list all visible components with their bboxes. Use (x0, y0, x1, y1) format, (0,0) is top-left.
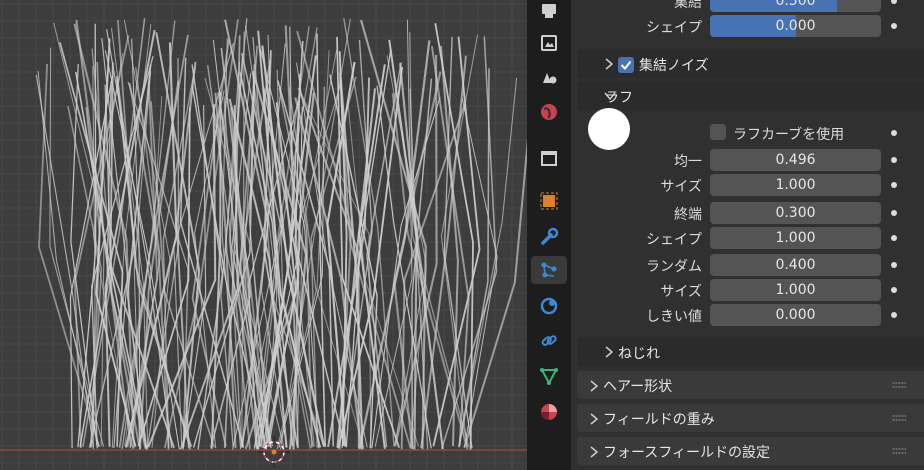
use-rough-curve-label: ラフカーブを使用 (733, 127, 845, 143)
modifier-icon (541, 227, 559, 245)
clump-factor-row: 集結 0.500 (571, 0, 924, 13)
view-layer-icon (543, 73, 557, 84)
data-icon (540, 368, 558, 386)
tab-data[interactable] (535, 362, 563, 390)
physics-icon (540, 297, 558, 315)
rough-field-label: サイズ (660, 284, 702, 300)
tab-output[interactable] (535, 29, 563, 57)
clump-factor-label: 集結 (674, 0, 702, 11)
rough-field-row: サイズ 1.000 (571, 173, 924, 197)
tab-modifiers[interactable] (535, 223, 563, 251)
rough-field-label: 均一 (674, 154, 702, 170)
chevron-right-icon (605, 58, 614, 70)
rough-subpanel-header[interactable]: ラフ (577, 82, 924, 110)
twist-label: ねじれ (618, 346, 660, 362)
rough-field-value[interactable]: 0.300 (710, 202, 881, 224)
keyframe-dot[interactable] (891, 23, 897, 29)
material-icon (541, 404, 557, 420)
clump-noise-checkbox[interactable] (618, 57, 634, 73)
constraints-icon (541, 335, 557, 346)
rough-field-label: しきい値 (646, 309, 702, 325)
keyframe-dot[interactable] (891, 130, 897, 136)
rough-field-row: ランダム 0.400 (571, 253, 924, 277)
keyframe-dot[interactable] (891, 235, 897, 241)
force-field-settings-panel-header[interactable]: フォースフィールドの設定 (577, 437, 924, 465)
chevron-right-icon (590, 380, 599, 392)
rough-field-value[interactable]: 0.496 (710, 149, 881, 171)
rough-field-value[interactable]: 0.400 (710, 254, 881, 276)
clump-shape-field[interactable]: 0.000 (710, 15, 881, 37)
tab-world[interactable] (535, 98, 563, 126)
properties-tab-bar (527, 0, 571, 470)
rough-field-label: 終端 (674, 207, 702, 223)
clump-shape-label: シェイプ (646, 20, 702, 36)
rough-field-label: シェイプ (646, 232, 702, 248)
rough-field-value[interactable]: 1.000 (710, 227, 881, 249)
object-icon (540, 192, 558, 210)
output-icon (541, 35, 557, 51)
tab-object[interactable] (535, 187, 563, 215)
force-field-settings-label: フォースフィールドの設定 (603, 445, 771, 461)
drag-grip-icon[interactable] (892, 414, 906, 422)
chevron-right-icon (590, 413, 599, 425)
rough-label: ラフ (605, 90, 633, 106)
rough-field-value[interactable]: 0.000 (710, 304, 881, 326)
keyframe-dot[interactable] (891, 157, 897, 163)
keyframe-dot[interactable] (891, 312, 897, 318)
chevron-right-icon (605, 346, 614, 358)
drag-grip-icon[interactable] (892, 381, 906, 389)
twist-subpanel-header[interactable]: ねじれ (577, 338, 924, 366)
use-rough-curve-checkbox[interactable] (710, 124, 726, 140)
tab-render[interactable] (535, 0, 563, 24)
tab-physics[interactable] (535, 292, 563, 320)
tab-particles[interactable] (531, 256, 567, 284)
keyframe-dot[interactable] (891, 210, 897, 216)
rough-field-row: サイズ 1.000 (571, 278, 924, 302)
collection-icon (541, 151, 557, 166)
tab-constraints[interactable] (535, 327, 563, 355)
properties-panel: 集結 0.500 シェイプ 0.000 集結ノイズ ラフ ラフカーブを使用 均一… (571, 0, 924, 470)
clump-factor-field[interactable]: 0.500 (710, 0, 881, 12)
chevron-right-icon (590, 446, 599, 458)
rough-field-row: しきい値 0.000 (571, 303, 924, 327)
use-rough-curve-row: ラフカーブを使用 (571, 121, 924, 145)
render-icon (542, 4, 556, 18)
keyframe-dot[interactable] (891, 0, 897, 4)
field-weights-label: フィールドの重み (603, 412, 715, 428)
tab-material[interactable] (535, 398, 563, 426)
3d-viewport[interactable] (0, 0, 527, 470)
clump-noise-subpanel-header[interactable]: 集結ノイズ (577, 50, 924, 78)
hair-shape-label: ヘアー形状 (603, 379, 673, 395)
rough-field-value[interactable]: 1.000 (710, 279, 881, 301)
clump-shape-row: シェイプ 0.000 (571, 14, 924, 38)
rough-field-value[interactable]: 1.000 (710, 174, 881, 196)
drag-grip-icon[interactable] (892, 447, 906, 455)
check-icon (620, 60, 632, 71)
rough-field-label: サイズ (660, 179, 702, 195)
world-icon (541, 104, 557, 120)
field-weights-panel-header[interactable]: フィールドの重み (577, 404, 924, 432)
tab-collection[interactable] (535, 144, 563, 172)
rough-field-row: シェイプ 1.000 (571, 226, 924, 250)
hair-shape-panel-header[interactable]: ヘアー形状 (577, 371, 924, 399)
rough-field-label: ランダム (646, 259, 702, 275)
clump-factor-fill (710, 0, 837, 12)
clump-noise-label: 集結ノイズ (639, 58, 709, 74)
hair-particles (35, 17, 527, 451)
keyframe-dot[interactable] (891, 287, 897, 293)
particles-icon (541, 262, 557, 278)
rough-field-row: 均一 0.496 (571, 148, 924, 172)
keyframe-dot[interactable] (891, 262, 897, 268)
rough-field-row: 終端 0.300 (571, 201, 924, 225)
keyframe-dot[interactable] (891, 182, 897, 188)
tab-view-layer[interactable] (535, 63, 563, 91)
